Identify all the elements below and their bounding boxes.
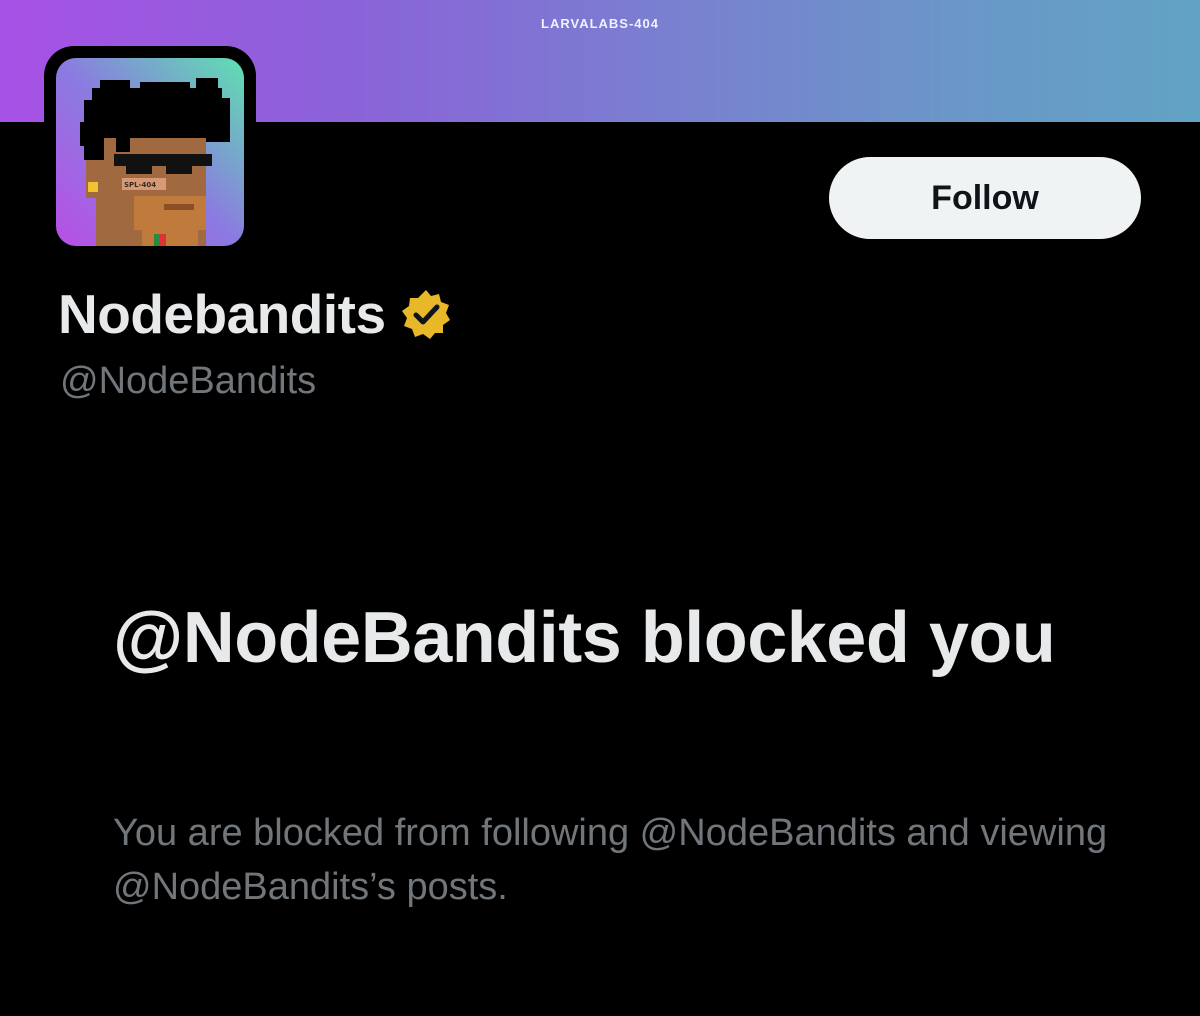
follow-button[interactable]: Follow (827, 155, 1143, 241)
svg-text:SPL-404: SPL-404 (124, 181, 156, 189)
profile-handle: @NodeBandits (60, 360, 317, 402)
verified-badge-icon[interactable] (400, 288, 452, 340)
banner-text: LARVALABS-404 (541, 16, 659, 31)
display-name: Nodebandits (58, 283, 386, 345)
profile-name-row: Nodebandits (58, 282, 452, 346)
avatar-image: SPL-404 (56, 58, 244, 246)
blocked-title: @NodeBandits blocked you (113, 598, 1056, 678)
blocked-description: You are blocked from following @NodeBand… (113, 812, 1108, 908)
avatar[interactable]: SPL-404 (44, 46, 256, 258)
